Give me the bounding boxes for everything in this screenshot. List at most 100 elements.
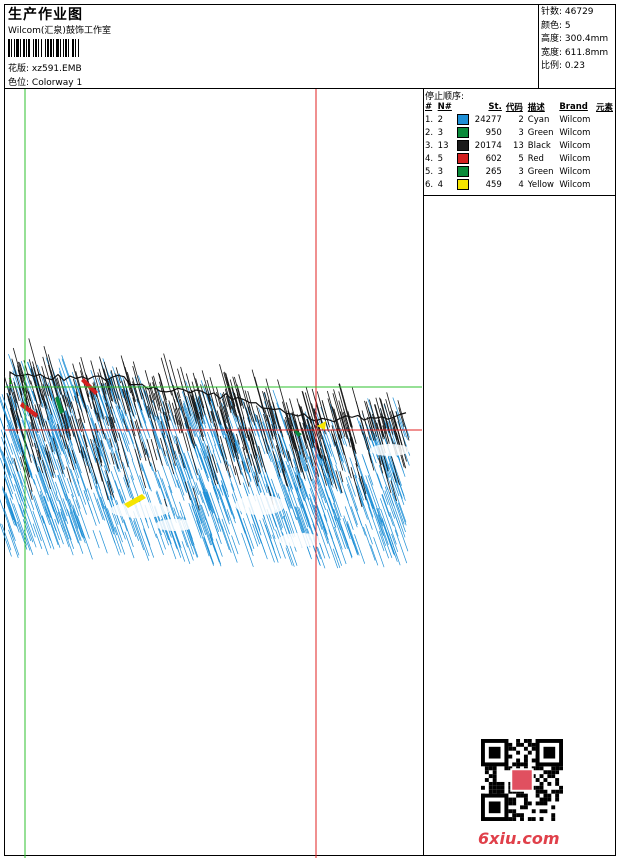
stitch-cyan xyxy=(214,525,222,544)
qr-logo xyxy=(512,770,532,790)
stitch-black xyxy=(52,437,64,474)
stitch-cyan xyxy=(2,451,13,479)
qr-module xyxy=(551,805,556,810)
qr-module xyxy=(488,781,493,786)
stitch-cyan xyxy=(109,495,126,540)
stitch-cyan xyxy=(1,436,12,465)
qr-module xyxy=(535,778,540,782)
qr-module xyxy=(496,789,501,794)
stitch-black xyxy=(170,390,178,411)
stitch-cyan xyxy=(57,474,73,514)
qr-module xyxy=(543,801,548,806)
stitch-cyan xyxy=(187,529,198,558)
qr-module xyxy=(539,766,544,771)
qr-module xyxy=(520,805,524,810)
stitch-cyan xyxy=(150,462,161,489)
foam-patch xyxy=(235,495,285,515)
stitch-cyan xyxy=(217,517,230,551)
stitch-cyan xyxy=(350,506,358,525)
stitch-cyan xyxy=(76,515,93,560)
embroidery-preview xyxy=(0,89,422,858)
qr-module xyxy=(547,770,552,775)
qr-finder xyxy=(543,746,556,759)
qr-module xyxy=(496,781,501,786)
stitch-cyan xyxy=(317,546,326,569)
stitch-cyan xyxy=(330,418,341,446)
stitch-cyan xyxy=(99,530,108,554)
qr-module xyxy=(555,778,560,782)
stitch-cyan xyxy=(48,514,61,548)
qr-module xyxy=(547,793,552,798)
foam-patch xyxy=(278,533,322,547)
stitch-black xyxy=(267,399,276,425)
qr-module xyxy=(539,785,544,790)
qr-module xyxy=(492,770,497,775)
stitch-cyan xyxy=(133,518,150,561)
stitch-cyan xyxy=(394,529,408,564)
stitch-black xyxy=(166,434,176,466)
stitch-cyan xyxy=(326,509,338,540)
qr-module xyxy=(516,793,521,798)
stitch-cyan xyxy=(206,431,215,452)
qr-module xyxy=(484,770,489,775)
qr-module xyxy=(492,778,497,782)
qr-module xyxy=(559,785,563,790)
stitch-cyan xyxy=(92,529,100,549)
qr-module xyxy=(531,817,536,821)
guide-marker: 1 xyxy=(8,377,14,386)
qr-module xyxy=(531,809,536,814)
qr-module xyxy=(512,801,517,806)
stitch-cyan xyxy=(186,481,203,524)
qr-module xyxy=(492,766,497,771)
stitch-black xyxy=(185,373,199,418)
stitch-cyan xyxy=(236,509,254,556)
qr-module xyxy=(539,781,544,786)
qr-module xyxy=(516,742,521,747)
qr-module xyxy=(559,766,563,771)
stitch-cyan xyxy=(93,492,104,521)
stitch-cyan xyxy=(183,452,191,472)
qr-module xyxy=(539,797,544,802)
qr-module xyxy=(551,817,556,821)
stitch-cyan xyxy=(221,525,232,553)
stitch-cyan xyxy=(322,488,337,528)
qr-module xyxy=(523,801,528,806)
stitch-black xyxy=(259,398,265,413)
qr-module xyxy=(492,774,497,779)
qr-module xyxy=(500,789,505,794)
stitch-cyan xyxy=(367,475,381,511)
qr-module xyxy=(551,813,556,818)
qr-module xyxy=(555,766,560,771)
qr-module xyxy=(516,813,521,818)
qr-module xyxy=(551,770,556,775)
stitch-cyan xyxy=(2,488,14,521)
stitch-cyan xyxy=(206,491,222,532)
qr-module xyxy=(492,789,497,794)
stitch-black xyxy=(96,457,109,501)
stitch-cyan xyxy=(354,505,366,536)
qr-module xyxy=(535,793,540,798)
qr-module xyxy=(559,789,563,794)
qr-module xyxy=(516,758,521,763)
foam-patch xyxy=(370,444,410,456)
stitch-cyan xyxy=(196,520,210,557)
stitch-cyan xyxy=(32,523,43,549)
stitch-black xyxy=(236,406,245,431)
qr-module xyxy=(488,766,493,771)
qr-module xyxy=(512,813,517,818)
qr-module xyxy=(535,785,540,790)
qr-module xyxy=(539,774,544,779)
qr-finder xyxy=(488,801,501,814)
stitch-cyan xyxy=(324,489,337,521)
qr-code xyxy=(481,739,563,821)
stitch-cyan xyxy=(8,529,19,558)
watermark-site: 6xiu.com xyxy=(478,829,560,848)
qr-module xyxy=(520,762,524,767)
stitch-cyan xyxy=(49,497,60,523)
stitch-cyan xyxy=(377,514,389,545)
stitch-black xyxy=(145,448,152,467)
stitch-black xyxy=(66,466,72,483)
qr-module xyxy=(543,793,548,798)
qr-module xyxy=(516,762,521,767)
qr-module xyxy=(523,739,528,743)
